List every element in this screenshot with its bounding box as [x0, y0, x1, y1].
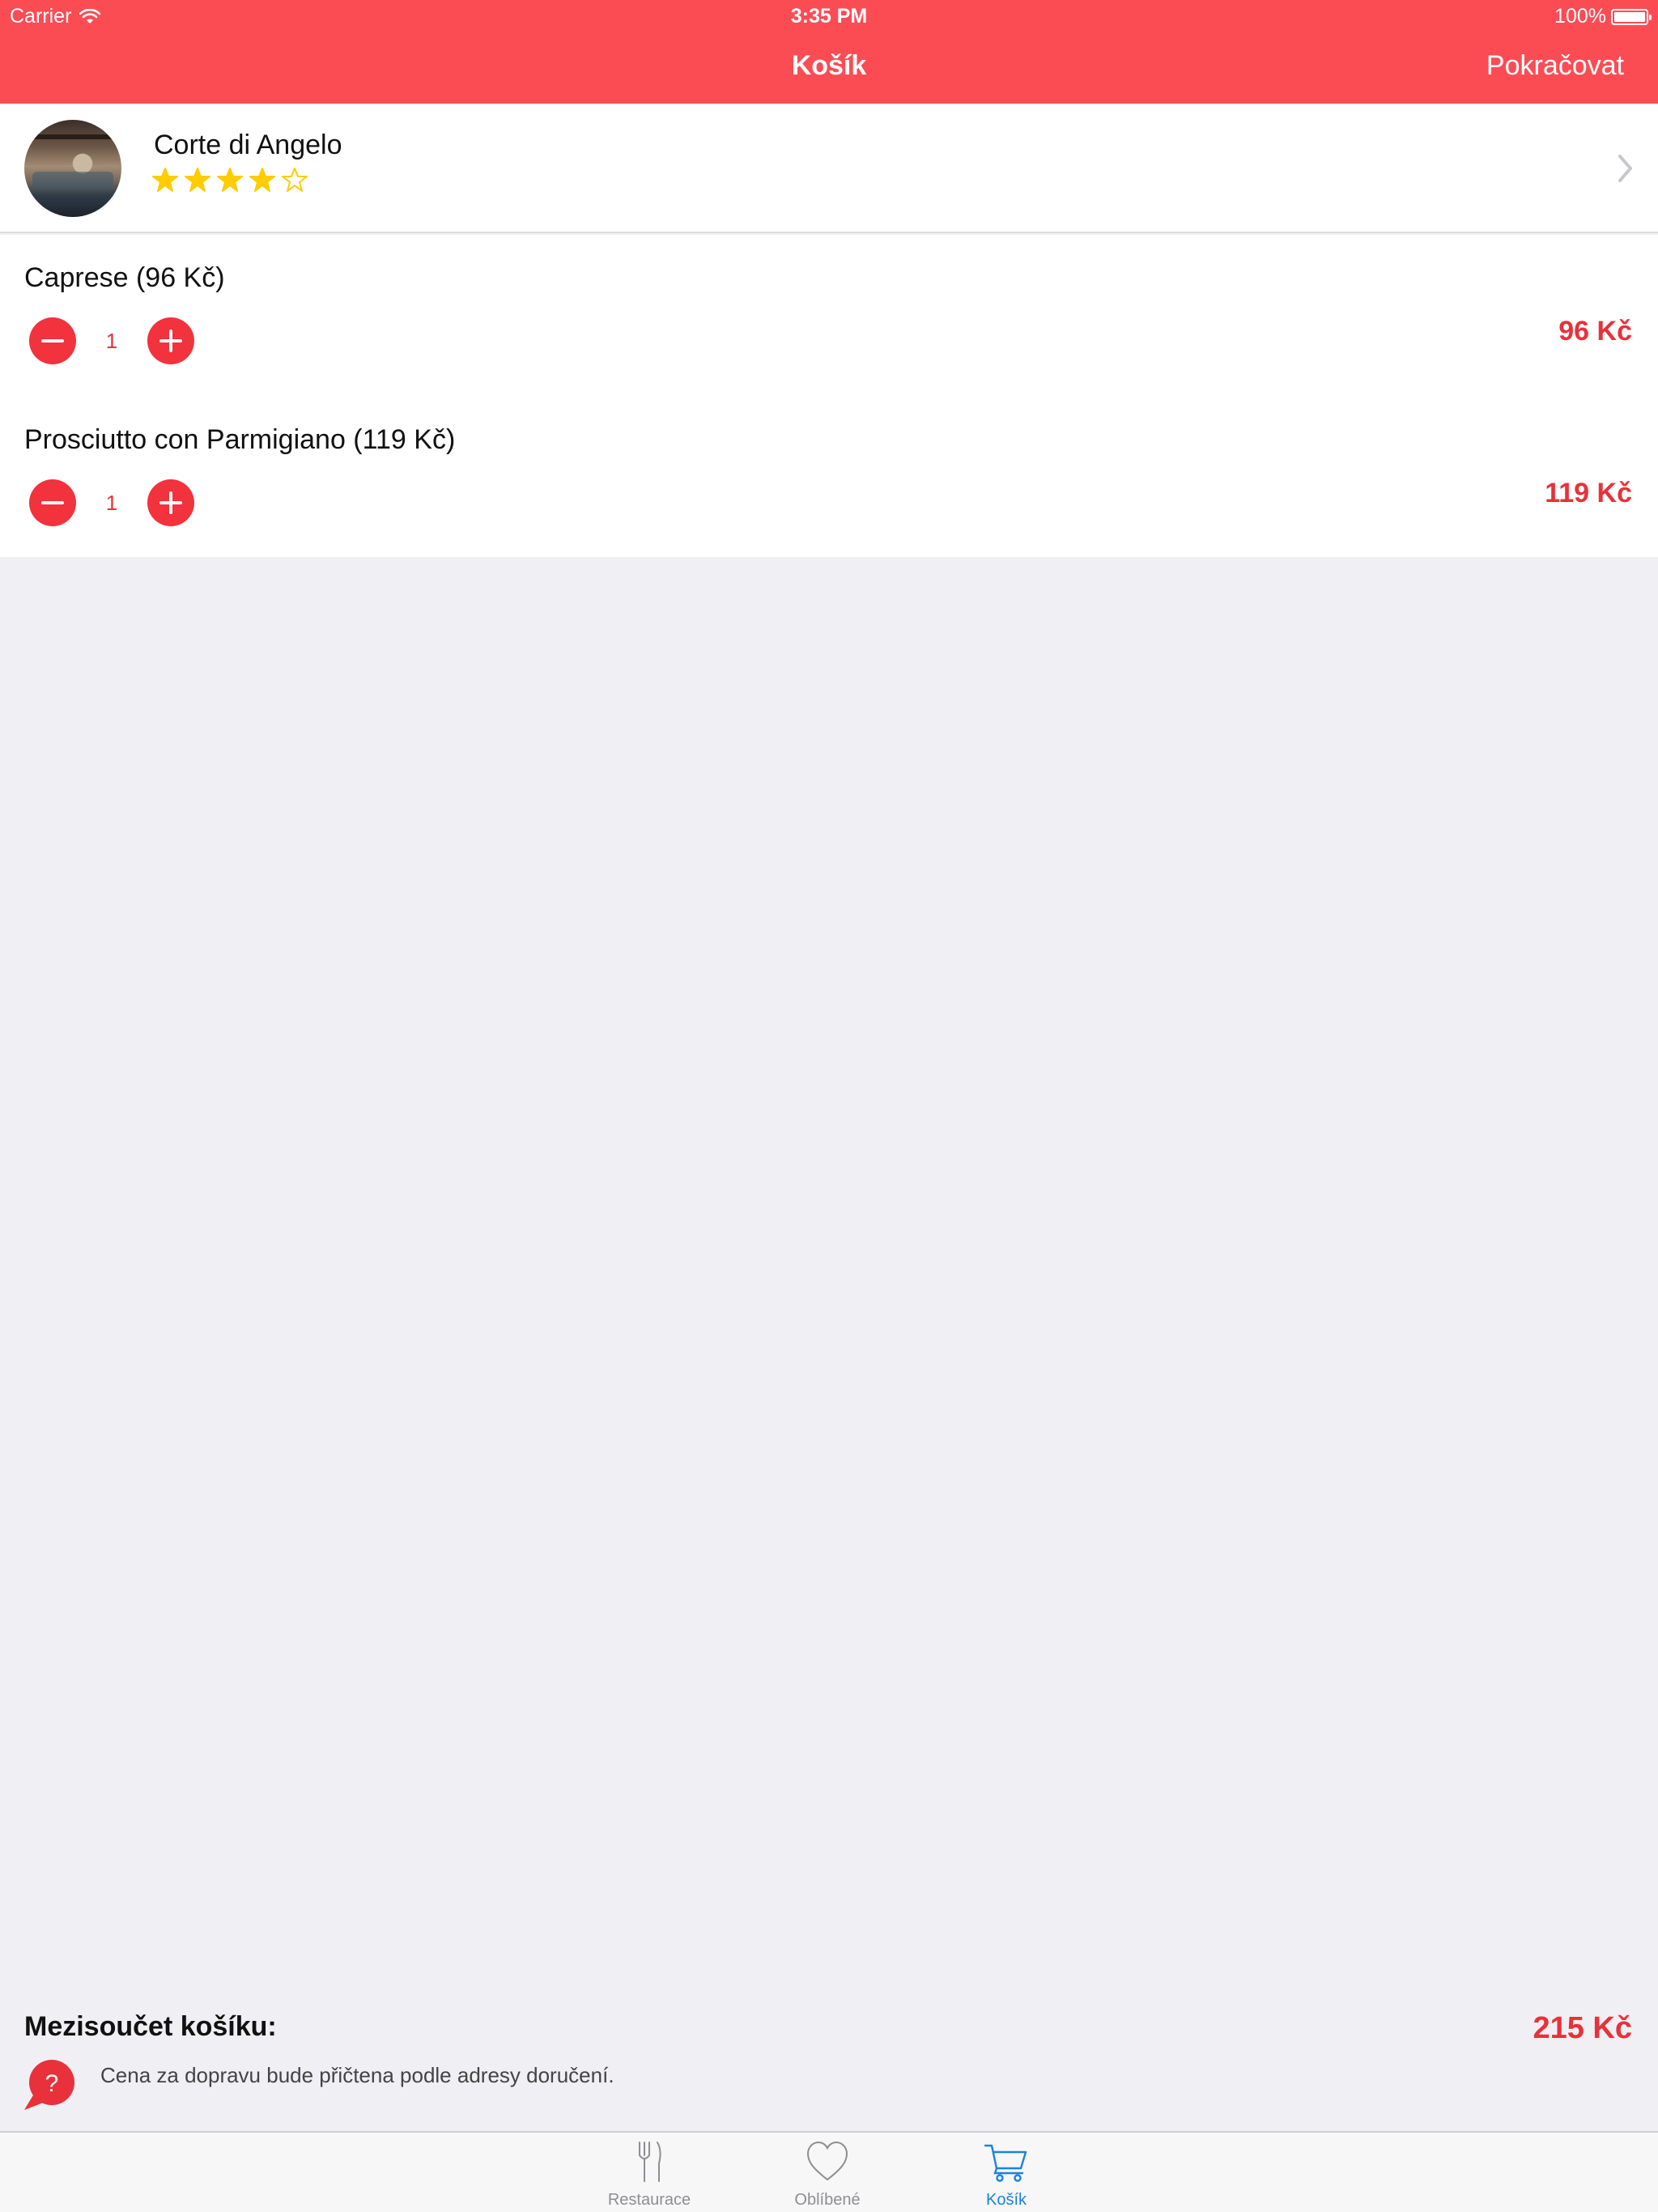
star-filled-icon	[249, 168, 275, 192]
tab-bar: Restaurace Oblíbené Košík	[0, 2131, 1658, 2212]
navigation-bar: Carrier 3:35 PM 100% Košík Pokračovat	[0, 0, 1658, 104]
tab-restaurace[interactable]: Restaurace	[585, 2133, 714, 2212]
continue-button[interactable]: Pokračovat	[1486, 50, 1624, 82]
tab-label: Košík	[985, 2191, 1027, 2209]
fork-knife-icon	[639, 2142, 661, 2182]
heart-icon	[806, 2141, 848, 2181]
quantity-value: 1	[105, 328, 118, 353]
item-name: Caprese (96 Kč)	[24, 262, 225, 293]
decrease-quantity-button[interactable]	[29, 317, 76, 364]
page-title: Košík	[791, 50, 867, 81]
cart-icon	[984, 2144, 1027, 2182]
battery-percent: 100%	[1554, 5, 1606, 28]
status-time: 3:35 PM	[790, 5, 868, 28]
minus-icon	[41, 339, 64, 342]
cart-item: Prosciutto con Parmigiano (119 Kč) 1 119…	[0, 397, 1658, 559]
svg-text:?: ?	[45, 2070, 59, 2097]
item-price: 119 Kč	[1545, 478, 1632, 508]
subtotal-value: 215 Kč	[1533, 2011, 1632, 2045]
cart-items: Caprese (96 Kč) 1 96 Kč Prosciutto con P…	[0, 235, 1658, 557]
restaurant-photo	[24, 120, 121, 217]
restaurant-name: Corte di Angelo	[154, 130, 342, 160]
quantity-value: 1	[105, 490, 118, 515]
subtotal-label: Mezisoučet košíku:	[24, 2011, 277, 2042]
app-root: Carrier 3:35 PM 100% Košík Pokračovat Co…	[0, 0, 1658, 2212]
restaurant-row[interactable]: Corte di Angelo	[0, 104, 1658, 233]
star-filled-icon	[152, 168, 178, 192]
item-price: 96 Kč	[1558, 316, 1632, 347]
question-bubble-icon[interactable]: ?	[23, 2058, 78, 2113]
battery-icon	[1611, 8, 1652, 25]
quantity-stepper: 1	[29, 479, 194, 526]
item-name: Prosciutto con Parmigiano (119 Kč)	[24, 424, 456, 455]
cart-item: Caprese (96 Kč) 1 96 Kč	[0, 235, 1658, 397]
status-bar: Carrier 3:35 PM 100%	[0, 0, 1658, 32]
minus-icon	[41, 501, 64, 504]
increase-quantity-button[interactable]	[147, 479, 194, 526]
increase-quantity-button[interactable]	[147, 317, 194, 364]
decrease-quantity-button[interactable]	[29, 479, 76, 526]
star-filled-icon	[217, 168, 243, 192]
tab-kosik[interactable]: Košík	[942, 2133, 1071, 2212]
star-filled-icon	[185, 168, 210, 192]
tab-label: Restaurace	[607, 2191, 691, 2209]
delivery-note: Cena za dopravu bude přičtena podle adre…	[100, 2063, 614, 2087]
battery-indicator: 100%	[1554, 5, 1652, 28]
star-outline-icon	[282, 168, 308, 192]
chevron-right-icon	[1618, 155, 1632, 182]
tab-label: Oblíbené	[794, 2191, 861, 2209]
rating-stars	[152, 167, 308, 193]
tab-oblibene[interactable]: Oblíbené	[763, 2133, 892, 2212]
quantity-stepper: 1	[29, 317, 194, 364]
